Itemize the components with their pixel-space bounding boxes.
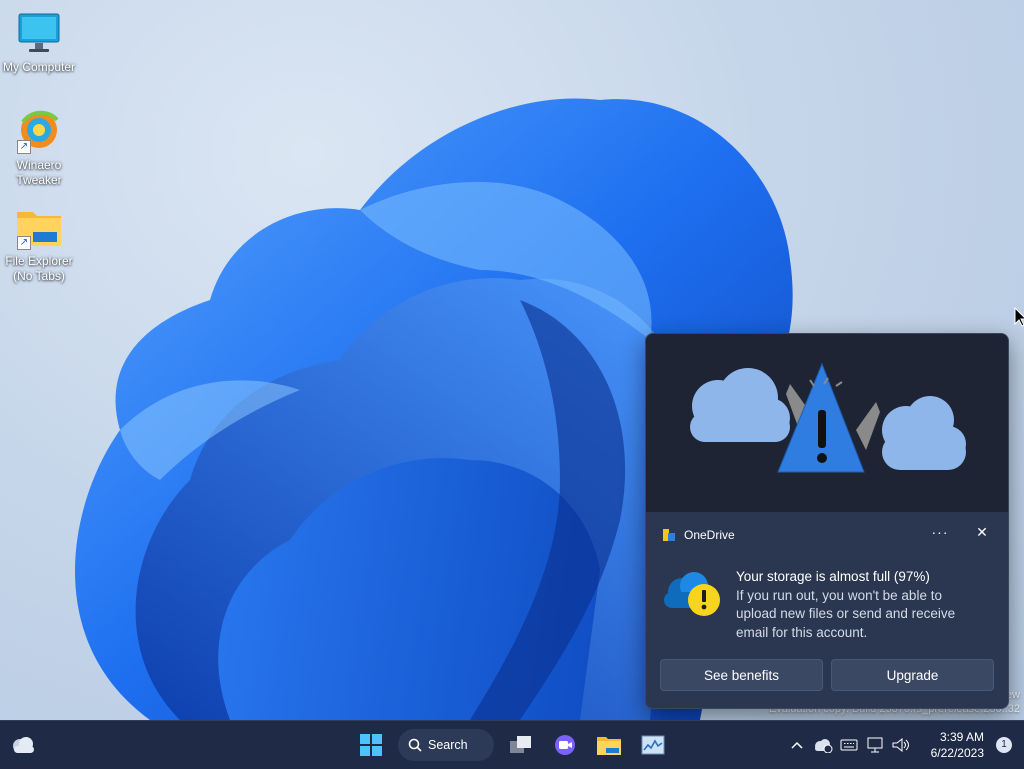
desktop-icon-label: Winaero Tweaker (16, 158, 62, 187)
notification-badge[interactable]: 1 (996, 737, 1012, 753)
search-icon (408, 738, 422, 752)
onedrive-toast[interactable]: OneDrive ··· ✕ Your storage is almost fu… (645, 333, 1009, 709)
taskbar-center: Search (354, 729, 670, 761)
desktop-icon-label: My Computer (2, 60, 76, 74)
desktop-icon-label: File Explorer (No Tabs) (5, 254, 73, 283)
network-icon[interactable] (862, 730, 888, 760)
see-benefits-button[interactable]: See benefits (660, 659, 823, 691)
monitor-icon (15, 10, 63, 58)
toast-title: Your storage is almost full (97%) (736, 569, 930, 584)
toast-app-name: OneDrive (684, 528, 735, 542)
toast-hero (646, 334, 1008, 512)
toast-message: If you run out, you won't be able to upl… (736, 587, 956, 640)
shortcut-arrow-icon: ↗ (17, 140, 31, 154)
desktop-icon-winaero-tweaker[interactable]: ↗ Winaero Tweaker (0, 108, 79, 188)
folder-icon: ↗ (15, 204, 63, 252)
desktop-icon-my-computer[interactable]: My Computer (0, 10, 79, 75)
onedrive-warning-icon (660, 568, 724, 624)
file-explorer-icon[interactable] (592, 729, 626, 761)
toast-text: Your storage is almost full (97%) If you… (736, 568, 986, 642)
desktop-icon-file-explorer[interactable]: ↗ File Explorer (No Tabs) (0, 204, 79, 284)
search-label: Search (428, 738, 468, 752)
system-tray: 3:39 AM 6/22/2023 1 (784, 721, 1024, 769)
chevron-up-icon[interactable] (784, 730, 810, 760)
clock-time: 3:39 AM (939, 730, 984, 744)
winaero-tweaker-icon: ↗ (15, 108, 63, 156)
weather-widget-icon[interactable] (10, 733, 36, 757)
shortcut-arrow-icon: ↗ (17, 236, 31, 250)
teams-chat-icon[interactable] (548, 729, 582, 761)
onedrive-icon[interactable] (810, 730, 836, 760)
taskbar: Search 3:39 AM 6/22/2023 1 (0, 720, 1024, 769)
upgrade-button[interactable]: Upgrade (831, 659, 994, 691)
task-view-icon[interactable] (504, 729, 538, 761)
toast-actions: See benefits Upgrade (660, 659, 994, 691)
close-icon[interactable]: ✕ (972, 522, 992, 542)
more-options-button[interactable]: ··· (928, 524, 952, 540)
onedrive-logo-icon (662, 528, 676, 542)
keyboard-icon[interactable] (836, 730, 862, 760)
start-icon[interactable] (354, 729, 388, 761)
clock-date: 6/22/2023 (930, 746, 984, 760)
cloud-warning-illustration (690, 362, 966, 473)
toast-body: OneDrive ··· ✕ Your storage is almost fu… (646, 512, 1008, 708)
toast-header: OneDrive (662, 528, 735, 542)
search-button[interactable]: Search (398, 729, 494, 761)
task-manager-icon[interactable] (636, 729, 670, 761)
volume-icon[interactable] (888, 730, 914, 760)
mouse-cursor-icon (1014, 307, 1024, 327)
clock[interactable]: 3:39 AM 6/22/2023 (914, 729, 990, 761)
